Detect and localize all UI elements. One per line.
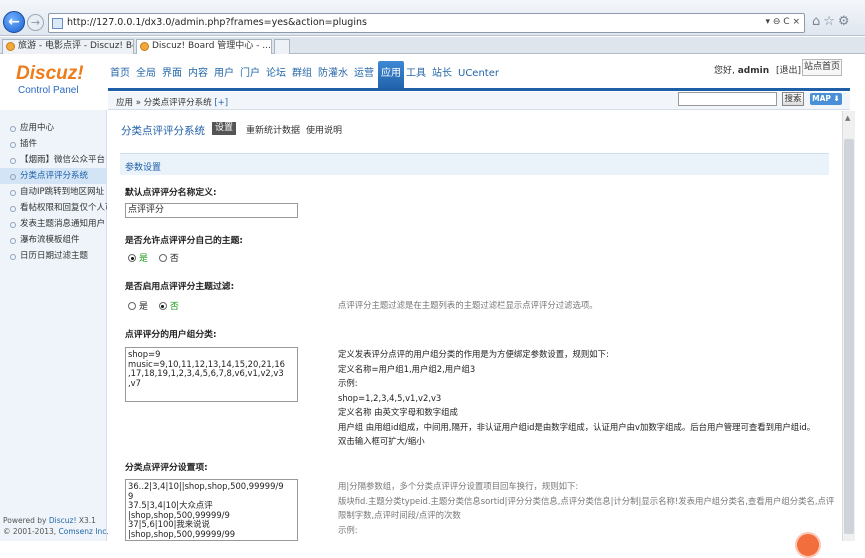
address-url[interactable]: http://127.0.0.1/dx3.0/admin.php?frames=… [67,17,367,28]
field-label-rating-name: 默认点评评分名称定义: [125,188,217,198]
allow-self-yes[interactable]: 是 [128,254,148,264]
breadcrumb: 应用 » 分类点评评分系统 [+] [116,96,228,108]
site-home-button[interactable]: 站点首页 [802,59,842,76]
address-bar[interactable]: http://127.0.0.1/dx3.0/admin.php?frames=… [48,13,805,33]
username: admin [737,66,770,76]
field-label-allow-self: 是否允许点评评分自己的主题: [125,236,243,246]
powered-text: Powered by [3,516,49,525]
hint-line: 示例: [338,378,358,388]
page-icon [52,18,63,29]
nav-apps[interactable]: 应用 [378,61,404,91]
hint-line: shop=1,2,3,4,5,v1,v2,v3 [338,392,442,403]
browser-home-star-gear-icons[interactable]: ⌂☆⚙ [812,14,853,29]
usergroups-textarea[interactable]: shop=9 music=9,10,11,12,13,14,15,20,21,1… [125,347,298,402]
sidebar-item-notify[interactable]: 发表主题消息通知用户 [0,216,107,232]
subnav-settings[interactable]: 设置 [212,122,237,135]
scroll-thumb[interactable] [844,139,854,534]
logout-link[interactable]: [退出] [776,66,801,76]
radio-unchecked-icon[interactable] [128,302,136,310]
map-button[interactable]: MAP ⬇ [810,93,842,105]
radio-checked-icon[interactable] [158,302,167,310]
site-favicon-icon [140,42,149,51]
enable-filter-yes[interactable]: 是 [128,302,148,312]
scroll-up-arrow-icon[interactable]: ▲ [845,114,850,122]
main-content: 分类点评评分系统 设置 重新统计数据 使用说明 参数设置 默认点评评分名称定义:… [108,111,842,541]
sidebar-item-waterfall[interactable]: 瀑布流模板组件 [0,232,107,248]
radio-checked-icon[interactable] [128,254,136,262]
radio-unchecked-icon[interactable] [158,254,167,262]
enable-filter-no[interactable]: 否 [158,302,179,312]
discuz-logo[interactable]: Discuz! [16,63,84,85]
option-label: 否 [169,302,179,312]
section-title: 参数设置 [125,163,162,173]
rating-name-input[interactable]: 点评评分 [125,203,298,218]
option-label: 是 [139,302,149,312]
browser-tab-1[interactable]: 旅游 - 电影点评 - Discuz! Bo... [2,39,134,54]
rating-items-textarea[interactable]: 36..2|3,4|10||shop,shop,500,99999/9 9 37… [125,479,298,541]
option-label: 否 [169,254,179,264]
page-title: 分类点评评分系统 [121,125,205,137]
tab-label: 旅游 - 电影点评 - Discuz! Bo... [18,41,134,51]
discuz-link[interactable]: Discuz! [49,516,77,525]
add-shortcut-link[interactable]: [+] [214,98,228,108]
breadcrumb-bar: 应用 » 分类点评评分系统 [+] 搜索 MAP ⬇ [108,92,850,110]
search-button[interactable]: 搜索 [782,92,804,106]
address-tools[interactable]: ▾ ⊖ C × [766,17,800,27]
hint-line: 示例: [338,524,358,535]
browser-toolbar: ← → http://127.0.0.1/dx3.0/admin.php?fra… [0,0,865,36]
back-arrow-icon[interactable]: ← [3,11,25,33]
hint-line: 定义名称=用户组1,用户组2,用户组3 [338,363,476,374]
tab-strip: 旅游 - 电影点评 - Discuz! Bo... Discuz! Board … [0,37,865,54]
site-favicon-icon [6,42,15,51]
sidebar-item-calendar-filter[interactable]: 日历日期过滤主题 [0,248,107,264]
field-label-rating-items: 分类点评评分设置项: [125,463,208,473]
sidebar: 应用中心 插件 【烟雨】微信公众平台 分类点评评分系统 自动IP跳转到地区网址 … [0,110,107,541]
copyright-text: © 2001-2013, [3,527,59,536]
subnav-recount[interactable]: 重新统计数据 [246,123,300,136]
allow-self-no[interactable]: 否 [158,254,179,264]
tab-label: Discuz! Board 管理中心 - ... [152,41,271,51]
hint-line: 定义名称 由英文字母和数字组成 [338,407,458,417]
subnav-help[interactable]: 使用说明 [306,123,342,136]
section-header: 参数设置 [120,153,829,175]
sidebar-item-app-center[interactable]: 应用中心 [0,120,107,136]
option-label: 是 [139,254,149,264]
floating-badge-icon[interactable] [795,532,821,558]
sidebar-item-rating-system[interactable]: 分类点评评分系统 [0,168,107,184]
hint-line: 用|分隔参数组，多个分类点评评分设置项目回车换行，规则如下: [338,481,579,491]
new-tab-button[interactable] [274,39,290,54]
usergroups-hint: 定义发表评分点评的用户组分类的作用是为方便绑定参数设置，规则如下: 定义名称=用… [338,347,815,449]
admin-search-input[interactable] [678,92,777,106]
comsenz-link[interactable]: Comsenz Inc. [59,527,109,536]
logo-subtitle: Control Panel [18,85,79,96]
greeting: 您好, [714,66,738,76]
sidebar-item-ip-redirect[interactable]: 自动IP跳转到地区网址 [0,184,107,200]
breadcrumb-path: 应用 » 分类点评评分系统 [116,98,212,108]
sidebar-item-wechat[interactable]: 【烟雨】微信公众平台 [0,152,107,168]
filter-hint: 点评评分主题过滤是在主题列表的主题过滤栏显示点评评分过滤选项。 [338,300,598,310]
user-info: 您好, admin [退出] [714,63,801,76]
rating-items-hint: 用|分隔参数组，多个分类点评评分设置项目回车换行，规则如下: 版块fid.主题分… [338,479,834,537]
powered-by: Powered by Discuz! X3.1 © 2001-2013, Com… [3,515,109,537]
sidebar-item-view-permission[interactable]: 看帖权限和回复仅个人可见 [0,200,107,216]
hint-line: 版块fid.主题分类typeid.主题分类信息sortid|评分分类信息,点评分… [338,495,835,506]
hint-line: 双击输入框可扩大/缩小 [338,436,425,446]
enable-filter-radio-group: 是 否 [128,299,179,312]
allow-self-radio-group: 是 否 [128,251,179,264]
content-scrollbar[interactable]: ▲ [842,111,855,541]
version-text: X3.1 [76,516,96,525]
hint-line: 限制字数,点评时间段/点评的次数 [338,510,461,520]
field-label-enable-filter: 是否启用点评评分主题过滤: [125,282,235,292]
browser-tab-2[interactable]: Discuz! Board 管理中心 - ... [136,39,272,54]
field-label-usergroups: 点评评分的用户组分类: [125,330,217,340]
hint-line: 定义发表评分点评的用户组分类的作用是为方便绑定参数设置，规则如下: [338,349,609,359]
hint-line: 用户组 由用组id组成，中间用,隔开，非认证用户组id是由数字组成，认证用户由v… [338,421,816,432]
sidebar-item-plugins[interactable]: 插件 [0,136,107,152]
forward-arrow-icon[interactable]: → [27,14,44,31]
nav-divider [108,88,850,91]
